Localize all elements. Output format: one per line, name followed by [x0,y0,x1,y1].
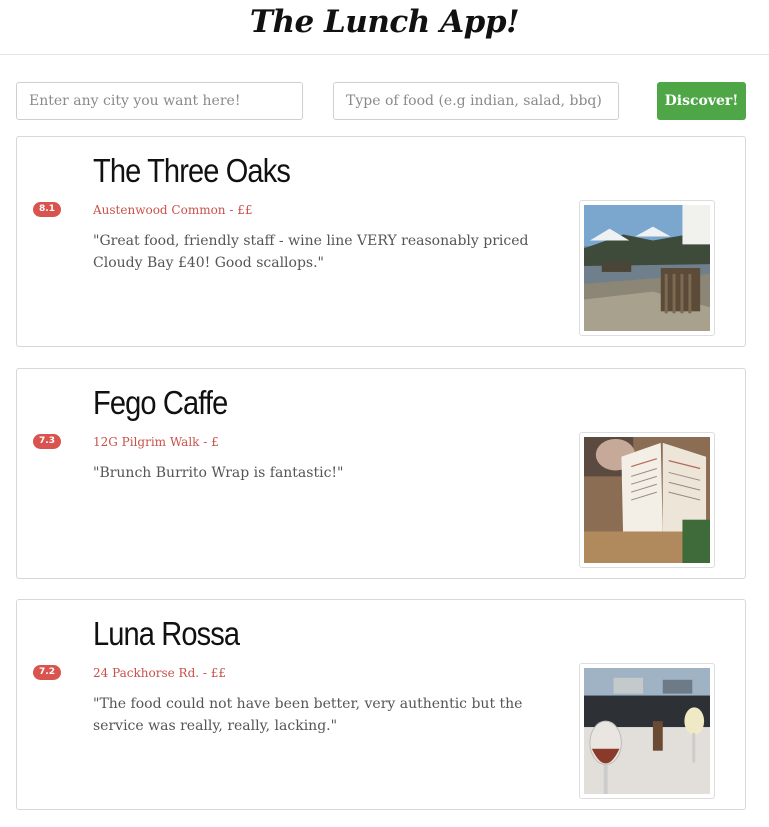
restaurant-card[interactable]: 8.1 The Three Oaks Austenwood Common - £… [16,136,746,347]
restaurant-name: Fego Caffe [93,384,228,421]
restaurant-location-price: Austenwood Common - ££ [93,203,253,217]
restaurant-location-price: 24 Packhorse Rd. - ££ [93,666,227,680]
city-input[interactable] [16,82,303,120]
restaurant-name: Luna Rossa [93,615,240,652]
restaurant-review: "The food could not have been better, ve… [93,696,523,734]
restaurant-card[interactable]: 7.3 Fego Caffe 12G Pilgrim Walk - £ "Bru… [16,368,746,579]
rating-badge: 7.3 [33,434,61,449]
app-title: The Lunch App! [249,4,520,40]
restaurant-photo[interactable] [579,432,715,568]
restaurant-card[interactable]: 7.2 Luna Rossa 24 Packhorse Rd. - ££ "Th… [16,599,746,810]
rating-badge: 7.2 [33,665,61,680]
restaurant-review: "Great food, friendly staff - wine line … [93,233,529,271]
restaurant-name: The Three Oaks [93,152,291,189]
rating-badge: 8.1 [33,202,61,217]
food-type-input[interactable] [333,82,619,120]
search-bar: Discover! [0,82,769,122]
restaurant-location-price: 12G Pilgrim Walk - £ [93,435,219,449]
restaurant-photo[interactable] [579,663,715,799]
discover-button[interactable]: Discover! [657,82,746,120]
wine-glass-photo [584,668,710,794]
restaurant-photo[interactable] [579,200,715,336]
app-header: The Lunch App! [0,0,769,55]
menu-photo [584,437,710,563]
restaurant-review: "Brunch Burrito Wrap is fantastic!" [93,465,344,481]
terrace-photo [584,205,710,331]
